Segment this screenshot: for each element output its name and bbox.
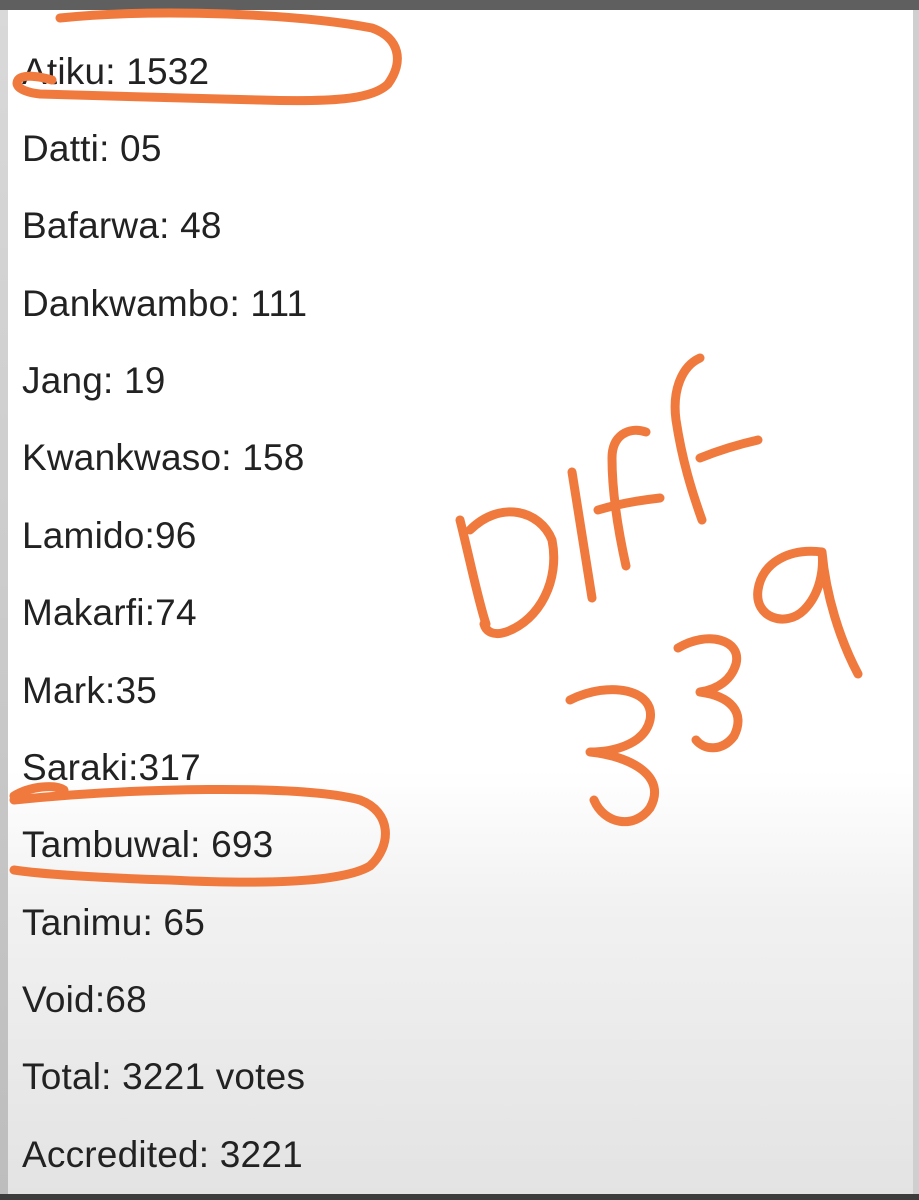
top-bar [0, 0, 919, 10]
right-edge [913, 10, 919, 1194]
result-dankwambo: Dankwambo: 111 [22, 283, 308, 324]
result-tambuwal: Tambuwal: 693 [22, 824, 274, 865]
left-edge [0, 10, 8, 1194]
result-void: Void:68 [22, 979, 147, 1020]
result-lamido: Lamido:96 [22, 515, 197, 556]
result-bafarwa: Bafarwa: 48 [22, 205, 222, 246]
photo-frame: Atiku: 1532 Datti: 05 Bafarwa: 48 Dankwa… [0, 0, 919, 1200]
bottom-edge [0, 1194, 919, 1200]
result-mark: Mark:35 [22, 670, 158, 711]
result-kwankwaso: Kwankwaso: 158 [22, 437, 305, 478]
result-makarfi: Makarfi:74 [22, 592, 197, 633]
result-accredited: Accredited: 3221 [22, 1134, 303, 1175]
result-atiku: Atiku: 1532 [22, 51, 210, 92]
result-tanimu: Tanimu: 65 [22, 902, 205, 943]
results-screen: Atiku: 1532 Datti: 05 Bafarwa: 48 Dankwa… [8, 10, 913, 1194]
results-list: Atiku: 1532 Datti: 05 Bafarwa: 48 Dankwa… [8, 10, 913, 1194]
result-saraki: Saraki:317 [22, 747, 201, 788]
result-total: Total: 3221 votes [22, 1056, 306, 1097]
result-jang: Jang: 19 [22, 360, 166, 401]
result-datti: Datti: 05 [22, 128, 162, 169]
